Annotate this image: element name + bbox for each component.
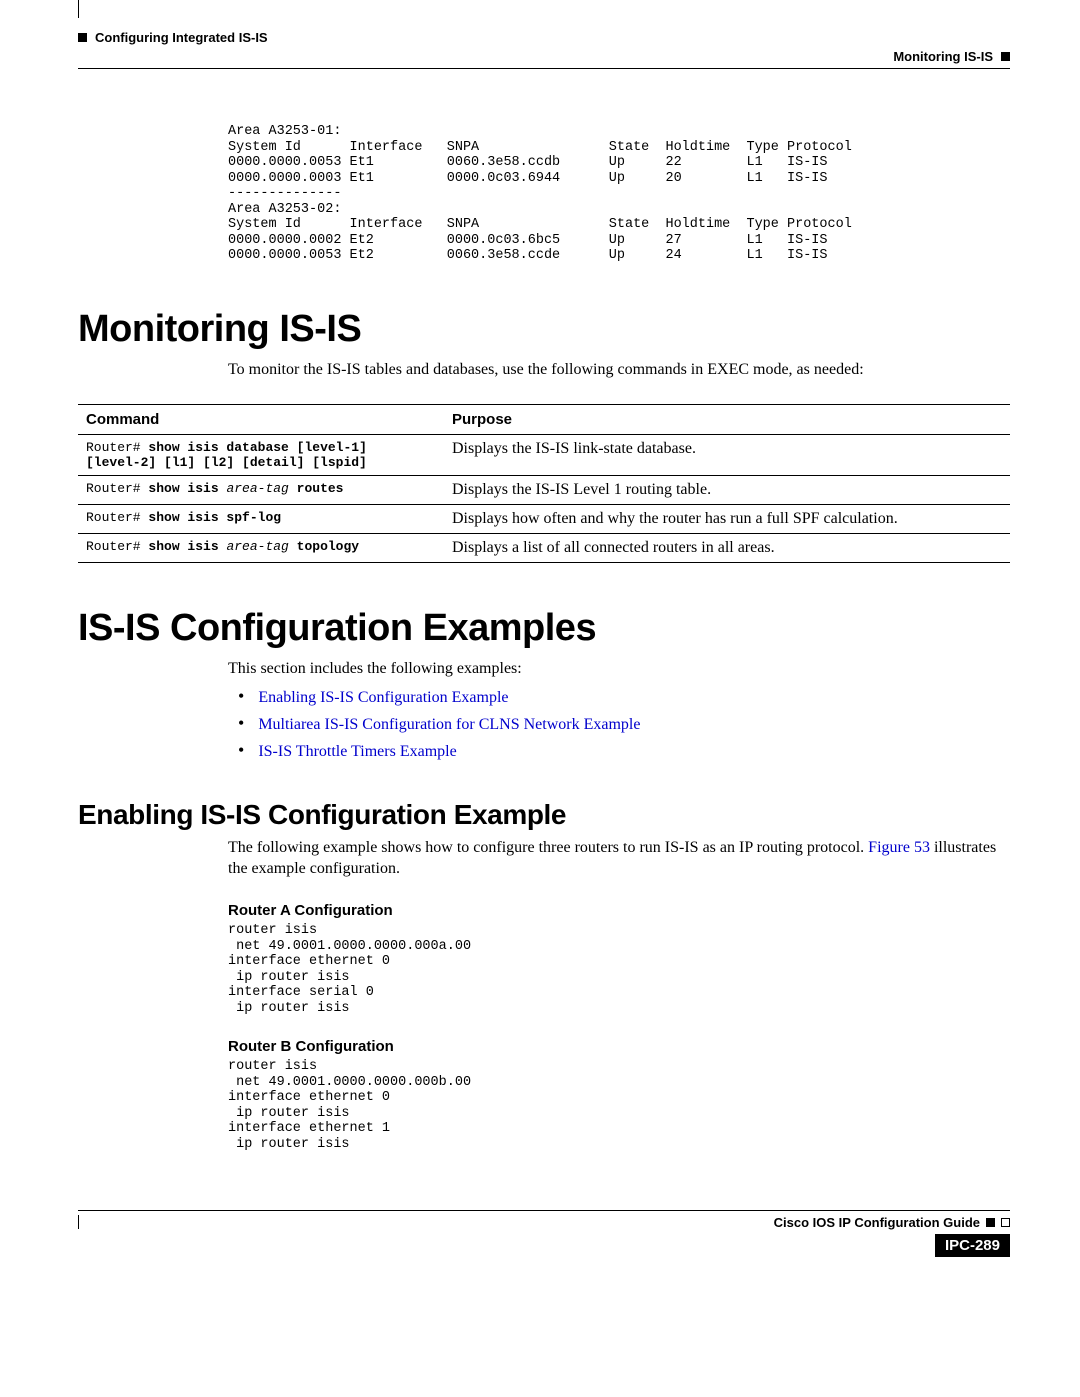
col-purpose: Purpose — [444, 405, 1010, 435]
page-footer: Cisco IOS IP Configuration Guide IPC-289 — [78, 1210, 1010, 1257]
col-command: Command — [78, 405, 444, 435]
section-title: Monitoring IS-IS — [893, 49, 993, 64]
router-a-code: router isis net 49.0001.0000.0000.000a.0… — [228, 923, 1010, 1016]
example-link[interactable]: Enabling IS-IS Configuration Example — [258, 689, 508, 706]
table-row: Router# show isis area-tag topology Disp… — [78, 534, 1010, 563]
heading-monitoring: Monitoring IS-IS — [78, 308, 1010, 351]
example-link[interactable]: Multiarea IS-IS Configuration for CLNS N… — [258, 716, 640, 733]
table-row: Router# show isis area-tag routes Displa… — [78, 476, 1010, 505]
header-square-icon — [78, 33, 87, 42]
footer-square-icon — [986, 1218, 995, 1227]
footer-square-outline-icon — [1001, 1218, 1010, 1227]
command-table: Command Purpose Router# show isis databa… — [78, 404, 1010, 563]
figure-link[interactable]: Figure 53 — [868, 839, 930, 856]
monitoring-intro: To monitor the IS-IS tables and database… — [228, 359, 1010, 381]
router-a-heading: Router A Configuration — [228, 902, 1010, 919]
examples-link-list: Enabling IS-IS Configuration Example Mul… — [258, 686, 1010, 761]
router-b-heading: Router B Configuration — [228, 1038, 1010, 1055]
heading-enable-example: Enabling IS-IS Configuration Example — [78, 799, 1010, 831]
examples-intro: This section includes the following exam… — [228, 658, 1010, 680]
cli-output-block: Area A3253-01: System Id Interface SNPA … — [228, 124, 1010, 264]
example-link[interactable]: IS-IS Throttle Timers Example — [258, 743, 456, 760]
router-b-code: router isis net 49.0001.0000.0000.000b.0… — [228, 1059, 1010, 1152]
footer-guide-title: Cisco IOS IP Configuration Guide — [774, 1215, 980, 1230]
header-square-icon — [1001, 52, 1010, 61]
table-row: Router# show isis spf-log Displays how o… — [78, 505, 1010, 534]
page-header: Configuring Integrated IS-IS Monitoring … — [78, 30, 1010, 69]
page-number: IPC-289 — [935, 1234, 1010, 1257]
enable-example-intro: The following example shows how to confi… — [228, 837, 1010, 880]
chapter-title: Configuring Integrated IS-IS — [95, 30, 268, 45]
heading-examples: IS-IS Configuration Examples — [78, 607, 1010, 650]
table-row: Router# show isis database [level-1] [le… — [78, 435, 1010, 476]
